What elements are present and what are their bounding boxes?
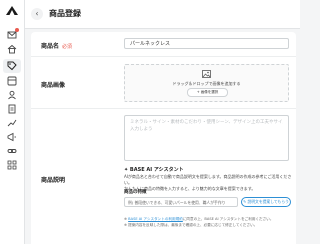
product-image-label: 商品画像 — [41, 82, 66, 89]
product-name-input[interactable]: パールネックレス — [124, 38, 289, 49]
dropzone-text: ドラッグ＆ドロップで画像を追加する — [172, 81, 241, 86]
generate-description-button[interactable]: ✎ 説明文を提案してもらう — [241, 197, 291, 207]
description-placeholder-line2: 入力しよう — [130, 127, 153, 132]
base-logo-icon[interactable] — [6, 6, 18, 15]
link-icon[interactable] — [7, 146, 17, 156]
description-textarea[interactable]: ミネラル・サイン・素材のこだわり・使用シーン、デザイン上の工夫やサイズ感などを … — [124, 115, 289, 161]
page-title: 商品登録 — [49, 9, 81, 18]
ai-assistant-title: ✦ BASE AI アシスタント — [124, 167, 184, 173]
home-icon[interactable] — [7, 44, 17, 54]
chevron-left-icon: ‹ — [35, 9, 39, 18]
ai-desc-line1: AIが商品名と合わせて自動で商品説明文を提案します。商品説明の作成の参考にご活用… — [124, 174, 292, 185]
row-divider — [31, 56, 296, 57]
grid-icon[interactable] — [7, 160, 17, 170]
user-icon[interactable] — [7, 90, 17, 100]
ai-notes: ※ BASE AI アシスタントの利用規約に同意の上、BASE AI アシスタン… — [124, 216, 292, 228]
keywords-input[interactable]: 例) 普段使いできる、可愛いパールを使用、職人が手作り — [124, 197, 238, 207]
product-name-label-text: 商品名 — [41, 43, 60, 50]
note-suffix: に同意の上、BASE AI アシスタントをご利用ください。 — [182, 217, 274, 221]
ai-desc-line2: かんたんに商品の特徴を入力すると、より魅力的な文章を提案できます。 — [124, 186, 256, 191]
notification-badge — [15, 28, 19, 32]
product-description-label: 商品説明 — [41, 177, 66, 184]
tag-icon[interactable] — [7, 61, 17, 71]
back-button[interactable]: ‹ — [31, 8, 43, 20]
product-name-label: 商品名 必須 — [41, 41, 72, 50]
select-image-button[interactable]: + 画像を選択 — [187, 88, 228, 97]
keywords-label: 商品の特徴 — [124, 190, 147, 195]
ai-note-review: ※ 提案内容を反映した際は、最後まで確認の上、必要に応じて修正してください。 — [124, 223, 258, 227]
image-icon — [202, 70, 211, 78]
row-divider — [31, 108, 296, 109]
terms-link[interactable]: BASE AI アシスタントの利用規約 — [128, 217, 183, 221]
chart-icon[interactable] — [7, 118, 17, 128]
main-content: ‹ 商品登録 商品名 必須 パールネックレス 商品画像 ドラッグ＆ドロップで画像を… — [25, 0, 300, 244]
ai-assistant-description: AIが商品名と合わせて自動で商品説明文を提案します。商品説明の作成の参考にご活用… — [124, 174, 292, 192]
product-form-card: 商品名 必須 パールネックレス 商品画像 ドラッグ＆ドロップで画像を追加する + … — [31, 32, 296, 244]
page-header: ‹ 商品登録 — [25, 0, 300, 29]
image-dropzone[interactable]: ドラッグ＆ドロップで画像を追加する + 画像を選択 — [124, 64, 289, 102]
megaphone-icon[interactable] — [7, 132, 17, 142]
required-badge: 必須 — [62, 44, 73, 50]
description-placeholder-line1: ミネラル・サイン・素材のこだわり・使用シーン、デザイン上の工夫やサイズ感などを — [130, 120, 283, 125]
document-icon[interactable] — [7, 104, 17, 114]
design-icon[interactable] — [7, 76, 17, 86]
sidebar — [0, 0, 25, 244]
